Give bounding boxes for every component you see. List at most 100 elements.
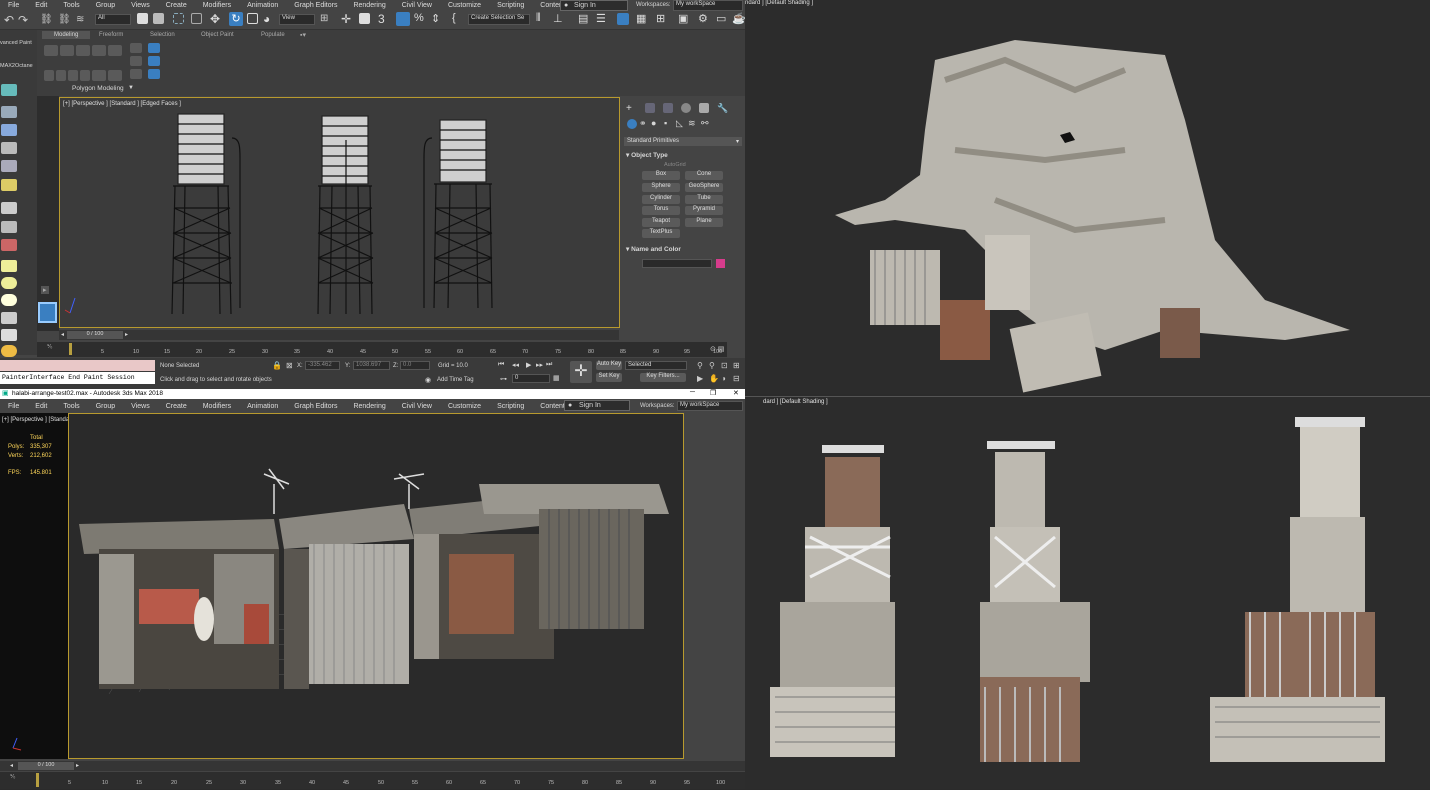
- bottom-time-slider[interactable]: ◂ 0 / 100 ▸: [0, 761, 745, 771]
- sphere-button[interactable]: Sphere: [642, 183, 680, 192]
- category-dropdown[interactable]: Standard Primitives ▾: [624, 137, 742, 146]
- tool-icon-2[interactable]: [1, 124, 17, 136]
- chevron-down-icon[interactable]: ▼: [128, 85, 134, 91]
- mirror-icon[interactable]: ⫴: [536, 12, 541, 25]
- set-key-big-button[interactable]: ✛: [570, 361, 592, 383]
- menu-animation[interactable]: Animation: [239, 2, 286, 9]
- angle-snap-icon[interactable]: [396, 12, 410, 26]
- tool-icon-1[interactable]: [1, 106, 17, 118]
- current-frame-field[interactable]: 0: [512, 374, 550, 383]
- expand-arrow-icon[interactable]: ▸: [41, 286, 49, 294]
- schematic-view-icon[interactable]: ⊞: [656, 12, 665, 25]
- menu-group[interactable]: Group: [88, 2, 123, 9]
- render-frame-icon[interactable]: ▭: [716, 12, 726, 25]
- keyboard-shortcut-icon[interactable]: [359, 13, 370, 24]
- material-editor-icon[interactable]: ▣: [678, 12, 688, 25]
- close-icon[interactable]: ✕: [733, 389, 739, 397]
- curve-editor-icon[interactable]: ▦: [636, 12, 646, 25]
- region-select-icon[interactable]: [173, 13, 184, 24]
- add-time-tag[interactable]: Add Time Tag: [437, 377, 474, 383]
- ribbon-tool-2[interactable]: [60, 45, 74, 56]
- tool-icon-3[interactable]: [1, 142, 17, 154]
- trackbar-key-icon[interactable]: ⅟₀: [47, 344, 52, 350]
- time-slider[interactable]: ◂ 0 / 100 ▸: [59, 330, 619, 340]
- y-coordinate-field[interactable]: 1038.697: [353, 361, 390, 370]
- zoom-icon[interactable]: ⚲: [697, 361, 703, 370]
- timeline-icons[interactable]: ⊙ ▤: [710, 345, 724, 353]
- render-setup-icon[interactable]: ⚙: [698, 12, 708, 25]
- set-key-button[interactable]: Set Key: [596, 373, 622, 382]
- zoom-all-icon[interactable]: ⚲: [709, 361, 715, 370]
- pivot-icon[interactable]: ⊞: [320, 13, 328, 24]
- ribbon-tool-6[interactable]: [44, 70, 54, 81]
- auto-key-button[interactable]: Auto Key: [596, 361, 622, 370]
- orbit-icon[interactable]: ◑: [721, 374, 726, 383]
- time-slider-prev[interactable]: ◂: [10, 762, 13, 769]
- sun-icon[interactable]: [1, 345, 17, 357]
- ribbon-tool-3[interactable]: [76, 45, 90, 56]
- move-icon[interactable]: ✥: [210, 12, 220, 26]
- bottom-sign-in-dropdown[interactable]: ● Sign In: [564, 400, 630, 411]
- scale-icon[interactable]: [247, 13, 258, 24]
- key-filters-button[interactable]: Key Filters...: [640, 373, 686, 382]
- play-icon[interactable]: ▶: [526, 361, 531, 369]
- placement-icon[interactable]: ◕: [263, 12, 270, 26]
- layer-explorer-icon[interactable]: ▤: [578, 12, 588, 25]
- tab-freeform[interactable]: Freeform: [99, 32, 123, 38]
- ribbon-tool-11[interactable]: [108, 70, 122, 81]
- viewport-layout-tab[interactable]: [38, 302, 57, 323]
- tab-populate[interactable]: Populate: [261, 32, 285, 38]
- spacewarps-icon[interactable]: ≋: [688, 118, 696, 129]
- tool-icon-4[interactable]: [1, 160, 17, 172]
- tab-object-paint[interactable]: Object Paint: [201, 32, 234, 38]
- tool-icon-11[interactable]: [1, 294, 17, 306]
- ribbon-side-tool-5[interactable]: [130, 69, 142, 79]
- ribbon-side-tool-3[interactable]: [130, 56, 142, 66]
- menu-scripting[interactable]: Scripting: [489, 2, 532, 9]
- time-slider-handle[interactable]: 0 / 100: [18, 762, 74, 770]
- tool-icon-9[interactable]: [1, 260, 17, 272]
- percent-snap-icon[interactable]: %: [414, 12, 424, 24]
- geosphere-button[interactable]: GeoSphere: [685, 183, 723, 192]
- ribbon-toggle-icon[interactable]: [617, 13, 629, 25]
- spinner-snap-icon[interactable]: ⇕: [431, 12, 440, 25]
- undo-icon[interactable]: ↶: [4, 13, 14, 27]
- name-color-rollout[interactable]: ▾ Name and Color: [626, 245, 681, 253]
- ribbon-tool-9[interactable]: [80, 70, 90, 81]
- key-mode-icon[interactable]: ⊶: [500, 375, 507, 383]
- scene-explorer-icon[interactable]: ☰: [596, 12, 606, 25]
- bottom-workspace-select[interactable]: My workSpace: [677, 401, 743, 411]
- tab-modeling[interactable]: Modeling: [42, 31, 91, 39]
- menu-group[interactable]: Group: [88, 403, 123, 410]
- ribbon-side-tool-1[interactable]: [130, 43, 142, 53]
- tool-icon-13[interactable]: [1, 329, 17, 341]
- time-slider-prev[interactable]: ◂: [61, 331, 64, 338]
- restore-icon[interactable]: ❐: [710, 389, 716, 397]
- menu-modifiers[interactable]: Modifiers: [195, 403, 239, 410]
- right-top-viewport[interactable]: ndard ] [Default Shading ]: [745, 0, 1430, 394]
- shapes-icon[interactable]: ⚭: [639, 118, 647, 129]
- ribbon-side-tool-4[interactable]: [148, 56, 160, 66]
- plane-button[interactable]: Plane: [685, 218, 723, 227]
- maximize-viewport-icon[interactable]: ⊟: [733, 374, 740, 383]
- select-object-icon[interactable]: [137, 13, 148, 24]
- modify-tab-icon[interactable]: [645, 103, 655, 113]
- pan-icon[interactable]: ✋: [709, 374, 719, 383]
- top-viewport[interactable]: [+] [Perspective ] [Standard ] [Edged Fa…: [59, 97, 620, 328]
- box-button[interactable]: Box: [642, 171, 680, 180]
- zoom-extents-all-icon[interactable]: ⊞: [733, 361, 740, 370]
- menu-graph-editors[interactable]: Graph Editors: [286, 403, 345, 410]
- utilities-tab-icon[interactable]: 🔧: [717, 103, 728, 114]
- ribbon-tool-8[interactable]: [68, 70, 78, 81]
- create-tab-icon[interactable]: +: [626, 103, 632, 114]
- menu-tools[interactable]: Tools: [55, 403, 87, 410]
- pyramid-button[interactable]: Pyramid: [685, 206, 723, 215]
- ribbon-tool-10[interactable]: [92, 70, 106, 81]
- menu-civil-view[interactable]: Civil View: [394, 403, 440, 410]
- cone-button[interactable]: Cone: [685, 171, 723, 180]
- minimize-icon[interactable]: ─: [690, 389, 695, 396]
- menu-modifiers[interactable]: Modifiers: [195, 2, 239, 9]
- menu-file[interactable]: File: [0, 403, 27, 410]
- named-selection-set[interactable]: Create Selection Se: [468, 14, 530, 25]
- align-icon[interactable]: ⊥: [553, 12, 563, 25]
